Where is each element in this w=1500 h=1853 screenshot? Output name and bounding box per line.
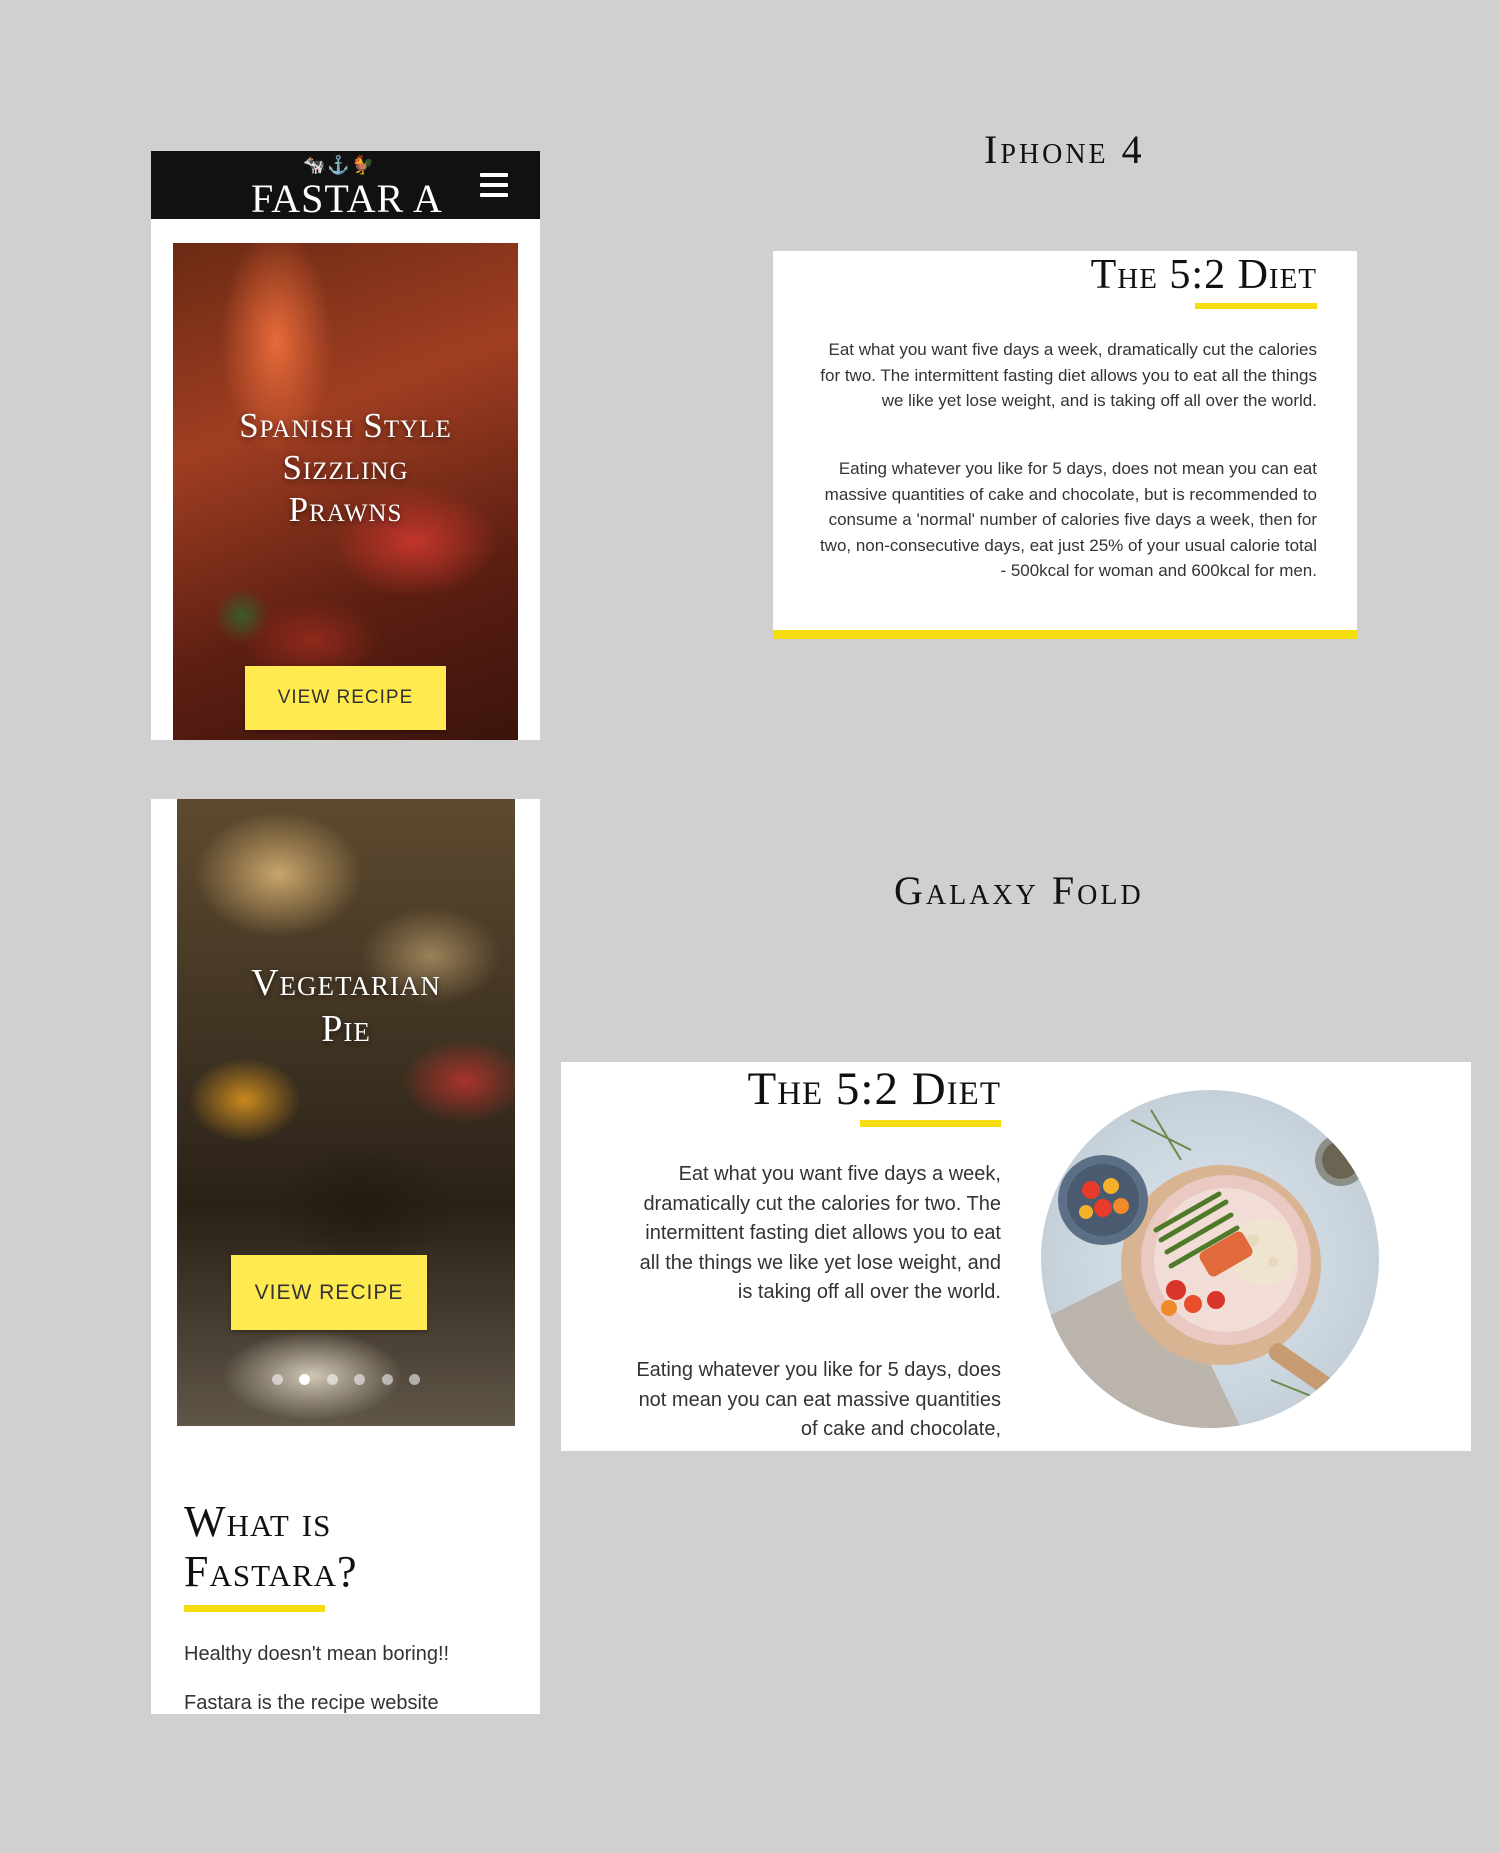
hamburger-menu-icon[interactable] [480,173,508,197]
section-title: The 5:2 Diet [747,1063,1001,1115]
navbar: 🐄⚓🐓 FASTAR A [151,151,540,221]
food-plate-image [1041,1090,1379,1428]
diet-paragraph-1: Eat what you want five days a week, dram… [639,1163,1001,1303]
logo-animal-icons: 🐄⚓🐓 [303,155,377,175]
view-recipe-button[interactable]: VIEW RECIPE [231,1255,427,1330]
carousel-dot[interactable] [409,1374,421,1385]
about-paragraph-2: Fastara is the recipe website [184,1692,439,1714]
device-label-iphone: Iphone 4 [984,127,1145,172]
iphone-preview-top: 🐄⚓🐓 FASTAR A Spanish Style Sizzling Praw… [151,151,540,740]
hero-title: Spanish Style Sizzling Prawns [239,406,452,529]
diet-section-iphone: The 5:2 Diet Eat what you want five days… [773,251,1357,639]
carousel-indicators [177,1372,515,1390]
iphone-preview-bottom: Vegetarian Pie VIEW RECIPE What is Fasta… [151,799,540,1714]
logo-text: FASTAR A [251,176,443,221]
hero-slide-vegetarian-pie: Vegetarian Pie VIEW RECIPE [177,799,515,1426]
view-recipe-button[interactable]: VIEW RECIPE [245,666,446,730]
carousel-dot[interactable] [381,1374,393,1385]
site-logo[interactable]: 🐄⚓🐓 FASTAR A [251,155,442,221]
diet-paragraph-2: Eating whatever you like for 5 days, doe… [636,1359,1001,1440]
hero-title: Vegetarian Pie [251,962,441,1050]
device-label-galaxy-fold: Galaxy Fold [894,868,1144,913]
title-underline [184,1605,325,1612]
diet-section-galaxy-fold: The 5:2 Diet Eat what you want five days… [561,1062,1471,1451]
section-title: The 5:2 Diet [1090,252,1317,298]
carousel-dot[interactable] [354,1374,366,1385]
carousel-dot[interactable] [326,1374,338,1385]
hero-slide-prawns: Spanish Style Sizzling Prawns VIEW RECIP… [173,243,518,740]
about-title: What is Fastara? [184,1497,358,1596]
food-plate-illustration [1041,1109,1367,1428]
about-paragraph-1: Healthy doesn't mean boring!! [184,1643,450,1665]
carousel-dot-active[interactable] [299,1374,311,1385]
diet-paragraph-1: Eat what you want five days a week, dram… [820,340,1317,410]
carousel-dot[interactable] [271,1374,283,1385]
diet-paragraph-2: Eating whatever you like for 5 days, doe… [819,459,1317,580]
title-underline [1195,303,1317,309]
title-underline [860,1120,1001,1127]
